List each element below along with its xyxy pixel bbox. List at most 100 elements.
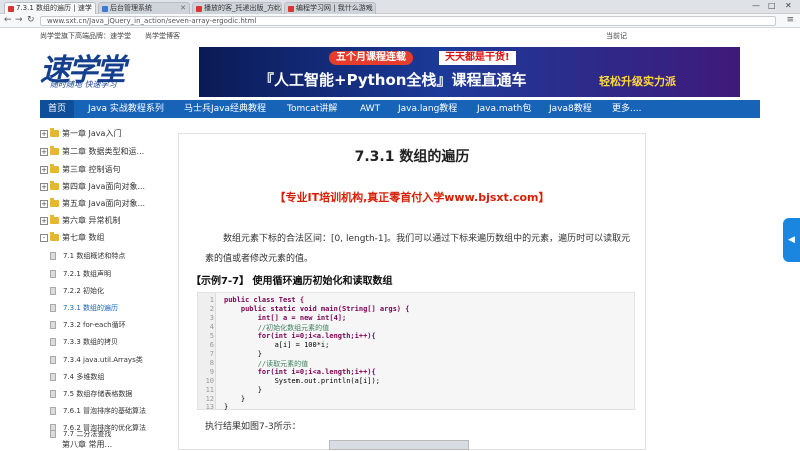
tab-favicon-icon: [102, 6, 108, 12]
line-number: 8: [209, 359, 214, 367]
expand-icon[interactable]: +: [40, 217, 48, 225]
article-panel: 7.3.1 数组的遍历 【专业IT培训机构,真正零首付入学www.bjsxt.c…: [178, 133, 646, 450]
maximize-button[interactable]: □: [768, 1, 776, 10]
document-icon: [50, 252, 56, 260]
back-arrow-icon[interactable]: ←: [4, 15, 12, 25]
line-number: 3: [209, 314, 214, 322]
expand-icon[interactable]: +: [40, 148, 48, 156]
folder-icon: [50, 164, 59, 173]
ad-banner[interactable]: 五个月课程连载 天天都是干货! 『人工智能+Python全栈』课程直通车 轻松升…: [199, 47, 740, 97]
nav-msb-java[interactable]: 马士兵Java经典教程: [184, 100, 266, 118]
folder-icon: [50, 128, 59, 137]
browser-tab-1[interactable]: 7.3.1 数组的遍历 | 速学 ✕: [4, 2, 96, 14]
code-line: }: [224, 395, 246, 403]
tab-favicon-icon: [8, 6, 14, 12]
document-icon: [50, 287, 56, 295]
nav-tomcat[interactable]: Tomcat讲解: [287, 100, 337, 118]
code-line: public class Test {: [224, 296, 305, 304]
code-line: int[] a = new int[4];: [224, 314, 347, 322]
line-number: 4: [209, 323, 214, 331]
code-line: }: [224, 386, 262, 394]
brand-links[interactable]: 尚学堂旗下高端品牌：速学堂 尚学堂博客: [40, 31, 180, 41]
line-number: 2: [209, 305, 214, 313]
code-line: }: [224, 350, 262, 358]
example-heading: 【示例7-7】 使用循环遍历初始化和读取数组: [191, 276, 393, 287]
document-icon: [50, 356, 56, 364]
line-number: 5: [209, 332, 214, 340]
site-logo[interactable]: 速学堂 随时随地 快速学习: [40, 45, 180, 91]
banner-headline: 『人工智能+Python全栈』课程直通车: [259, 71, 527, 89]
line-number: 9: [209, 368, 214, 376]
line-number: 6: [209, 341, 214, 349]
line-number: 1: [209, 296, 214, 304]
tab-close-icon[interactable]: ✕: [272, 3, 278, 14]
tab-close-icon[interactable]: ✕: [86, 3, 92, 14]
line-number: 10: [205, 377, 214, 385]
document-icon: [50, 407, 56, 415]
document-icon: [50, 338, 56, 346]
tab-close-icon[interactable]: ✕: [366, 3, 372, 14]
document-icon: [50, 373, 56, 381]
folder-icon: [50, 215, 59, 224]
banner-pill-daily: 天天都是干货!: [439, 51, 516, 65]
article-title: 7.3.1 数组的遍历: [354, 149, 470, 165]
forward-arrow-icon[interactable]: →: [15, 15, 23, 25]
result-image-toolbar: [329, 440, 469, 450]
nav-java8[interactable]: Java8教程: [549, 100, 592, 118]
menu-icon[interactable]: ≡: [786, 15, 794, 25]
nav-home[interactable]: 首页: [40, 100, 75, 118]
promo-link[interactable]: 【专业IT培训机构,真正零首付入学www.bjsxt.com】: [179, 189, 645, 205]
nav-java-lang[interactable]: Java.lang教程: [398, 100, 457, 118]
line-number: 11: [205, 386, 214, 394]
code-block: 1 2 3 4 5 6 7 8 9 10 11 12 13 public cla…: [197, 292, 635, 411]
site-top-strip: 尚学堂旗下高端品牌：速学堂 尚学堂博客 当前记: [0, 28, 800, 42]
expand-icon[interactable]: +: [40, 166, 48, 174]
code-line: }: [224, 403, 229, 411]
code-line: a[i] = 100*i;: [224, 341, 330, 349]
tab-favicon-icon: [288, 6, 294, 12]
banner-pill-series: 五个月课程连载: [329, 51, 413, 65]
line-number: 13: [205, 403, 214, 411]
code-line: for(int i=0;i<a.length;i++){: [224, 368, 376, 376]
logo-tagline: 随时随地 快速学习: [50, 80, 117, 89]
result-text: 执行结果如图7-3所示：: [205, 422, 301, 432]
url-input[interactable]: www.sxt.cn/Java_jQuery_in_action/seven-a…: [40, 16, 776, 26]
browser-tab-bar: 7.3.1 数组的遍历 | 速学 ✕ 后台管理系统 ✕ 播放的客_托递出版_方比…: [0, 0, 800, 14]
document-icon: [50, 321, 56, 329]
side-toggle-button[interactable]: ◀: [783, 218, 800, 262]
today-text: 当前记: [606, 32, 627, 40]
banner-subline: 轻松升级实力派: [599, 75, 676, 88]
main-nav: 首页 Java 实战教程系列 马士兵Java经典教程 Tomcat讲解 AWT …: [40, 100, 760, 118]
expand-icon[interactable]: +: [40, 130, 48, 138]
nav-more[interactable]: 更多....: [612, 100, 641, 118]
nav-awt[interactable]: AWT: [360, 100, 380, 118]
document-icon: [50, 430, 56, 438]
code-line: for(int i=0;i<a.length;i++){: [224, 332, 376, 340]
tab-favicon-icon: [196, 6, 202, 12]
code-line: System.out.println(a[i]);: [224, 377, 380, 385]
folder-icon: [50, 181, 59, 190]
browser-tab-3[interactable]: 播放的客_托递出版_方比 ✕: [192, 2, 282, 14]
document-icon: [50, 390, 56, 398]
code-line: public static void main(String[] args) {: [224, 305, 410, 313]
document-icon: [50, 270, 56, 278]
chapter-sidebar: + 第一章 Java入门 + 第二章 数据类型和运... + 第三章 控制语句 + 第四…: [40, 128, 147, 449]
browser-tab-2[interactable]: 后台管理系统 ✕: [98, 2, 190, 14]
browser-tab-4[interactable]: 编程学习网 | 我什么游戏 ✕: [284, 2, 376, 14]
article-paragraph: 数组元素下标的合法区间：[0, length-1]。我们可以通过下标来遍历数组中…: [205, 234, 631, 264]
address-bar-row: ← → ↻ www.sxt.cn/Java_jQuery_in_action/s…: [0, 14, 800, 28]
tab-close-icon[interactable]: ✕: [180, 3, 186, 14]
nav-java-math[interactable]: Java.math包: [477, 100, 531, 118]
reload-icon[interactable]: ↻: [27, 15, 35, 25]
expand-icon[interactable]: +: [40, 200, 48, 208]
folder-icon: [50, 198, 59, 207]
line-number: 7: [209, 350, 214, 358]
nav-java-practice[interactable]: Java 实战教程系列: [88, 100, 164, 118]
folder-icon: [50, 146, 59, 155]
folder-open-icon: [50, 232, 59, 241]
line-number: 12: [205, 395, 214, 403]
close-window-button[interactable]: ✕: [785, 1, 792, 10]
minimize-button[interactable]: —: [752, 1, 760, 10]
collapse-icon[interactable]: -: [40, 234, 48, 242]
expand-icon[interactable]: +: [40, 183, 48, 191]
